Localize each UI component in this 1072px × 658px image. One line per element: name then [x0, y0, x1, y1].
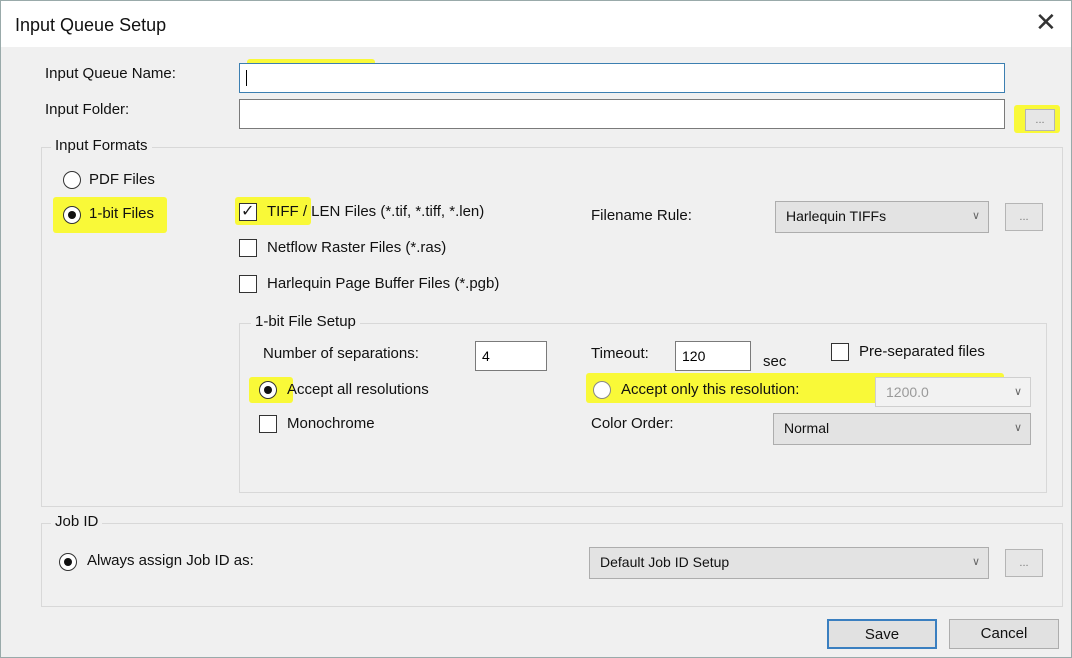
accept-only-resolution-label[interactable]: Accept only this resolution:: [621, 381, 799, 398]
harlequin-pgb-checkbox[interactable]: [239, 275, 257, 293]
preseparated-checkbox[interactable]: [831, 343, 849, 361]
chevron-down-icon: ∨: [1013, 422, 1022, 434]
input-formats-legend: Input Formats: [51, 137, 152, 154]
queue-name-input[interactable]: [240, 64, 1004, 92]
color-order-label: Color Order:: [591, 415, 674, 432]
queue-name-label: Input Queue Name:: [45, 65, 176, 82]
separations-label: Number of separations:: [263, 345, 419, 362]
monochrome-checkbox[interactable]: [259, 415, 277, 433]
job-id-setup-select[interactable]: Default Job ID Setup ∨: [589, 547, 989, 579]
queue-name-field[interactable]: [239, 63, 1005, 93]
job-id-browse-button[interactable]: ...: [1005, 549, 1043, 577]
chevron-down-icon: ∨: [1013, 386, 1022, 398]
preseparated-label[interactable]: Pre-separated files: [859, 343, 985, 360]
color-order-value: Normal: [784, 420, 830, 436]
save-button[interactable]: Save: [827, 619, 937, 649]
tiff-checkbox[interactable]: [239, 201, 257, 221]
netflow-label[interactable]: Netflow Raster Files (*.ras): [267, 239, 446, 256]
tiff-label-highlighted: TIFF: [267, 203, 299, 220]
filename-rule-select[interactable]: Harlequin TIFFs ∨: [775, 201, 989, 233]
job-id-legend: Job ID: [51, 513, 103, 530]
chevron-down-icon: ∨: [971, 210, 980, 222]
job-id-setup-value: Default Job ID Setup: [600, 554, 730, 570]
onebit-setup-legend: 1-bit File Setup: [251, 313, 360, 330]
netflow-checkbox[interactable]: [239, 239, 257, 257]
filename-rule-value: Harlequin TIFFs: [786, 208, 887, 224]
chevron-down-icon: ∨: [971, 556, 980, 568]
timeout-unit: sec: [763, 353, 787, 370]
window-title: Input Queue Setup: [15, 15, 167, 35]
onebit-files-radio[interactable]: [63, 206, 81, 224]
timeout-field[interactable]: [675, 341, 751, 371]
separations-field[interactable]: [475, 341, 547, 371]
accept-all-resolutions-radio[interactable]: [259, 381, 277, 399]
timeout-label: Timeout:: [591, 345, 649, 362]
filename-rule-browse-button[interactable]: ...: [1005, 203, 1043, 231]
accept-all-resolutions-label[interactable]: Accept all resolutions: [287, 381, 429, 398]
tiff-label[interactable]: TIFF / LEN Files (*.tif, *.tiff, *.len): [267, 203, 484, 220]
onebit-files-label[interactable]: 1-bit Files: [89, 205, 154, 222]
tiff-label-rest: / LEN Files (*.tif, *.tiff, *.len): [298, 203, 485, 220]
color-order-select[interactable]: Normal ∨: [773, 413, 1031, 445]
separations-input[interactable]: [476, 342, 546, 370]
timeout-input[interactable]: [676, 342, 750, 370]
harlequin-pgb-label[interactable]: Harlequin Page Buffer Files (*.pgb): [267, 275, 499, 292]
resolution-value: 1200.0: [886, 384, 929, 400]
close-icon[interactable]: ✕: [1035, 9, 1057, 35]
monochrome-label[interactable]: Monochrome: [287, 415, 375, 432]
pdf-files-radio[interactable]: [63, 171, 81, 189]
input-folder-field[interactable]: [239, 99, 1005, 129]
always-assign-job-id-label[interactable]: Always assign Job ID as:: [87, 552, 254, 569]
pdf-files-label[interactable]: PDF Files: [89, 171, 155, 188]
accept-only-resolution-radio[interactable]: [593, 381, 611, 399]
title-bar: Input Queue Setup ✕: [1, 1, 1071, 47]
input-folder-input[interactable]: [240, 100, 1004, 128]
folder-browse-button[interactable]: ...: [1025, 109, 1055, 131]
always-assign-job-id-radio[interactable]: [59, 553, 77, 571]
resolution-select[interactable]: 1200.0 ∨: [875, 377, 1031, 407]
input-queue-setup-dialog: Input Queue Setup ✕ Input Queue Name: In…: [0, 0, 1072, 658]
input-folder-label: Input Folder:: [45, 101, 130, 118]
text-caret: [246, 70, 247, 86]
cancel-button[interactable]: Cancel: [949, 619, 1059, 649]
filename-rule-label: Filename Rule:: [591, 207, 692, 224]
